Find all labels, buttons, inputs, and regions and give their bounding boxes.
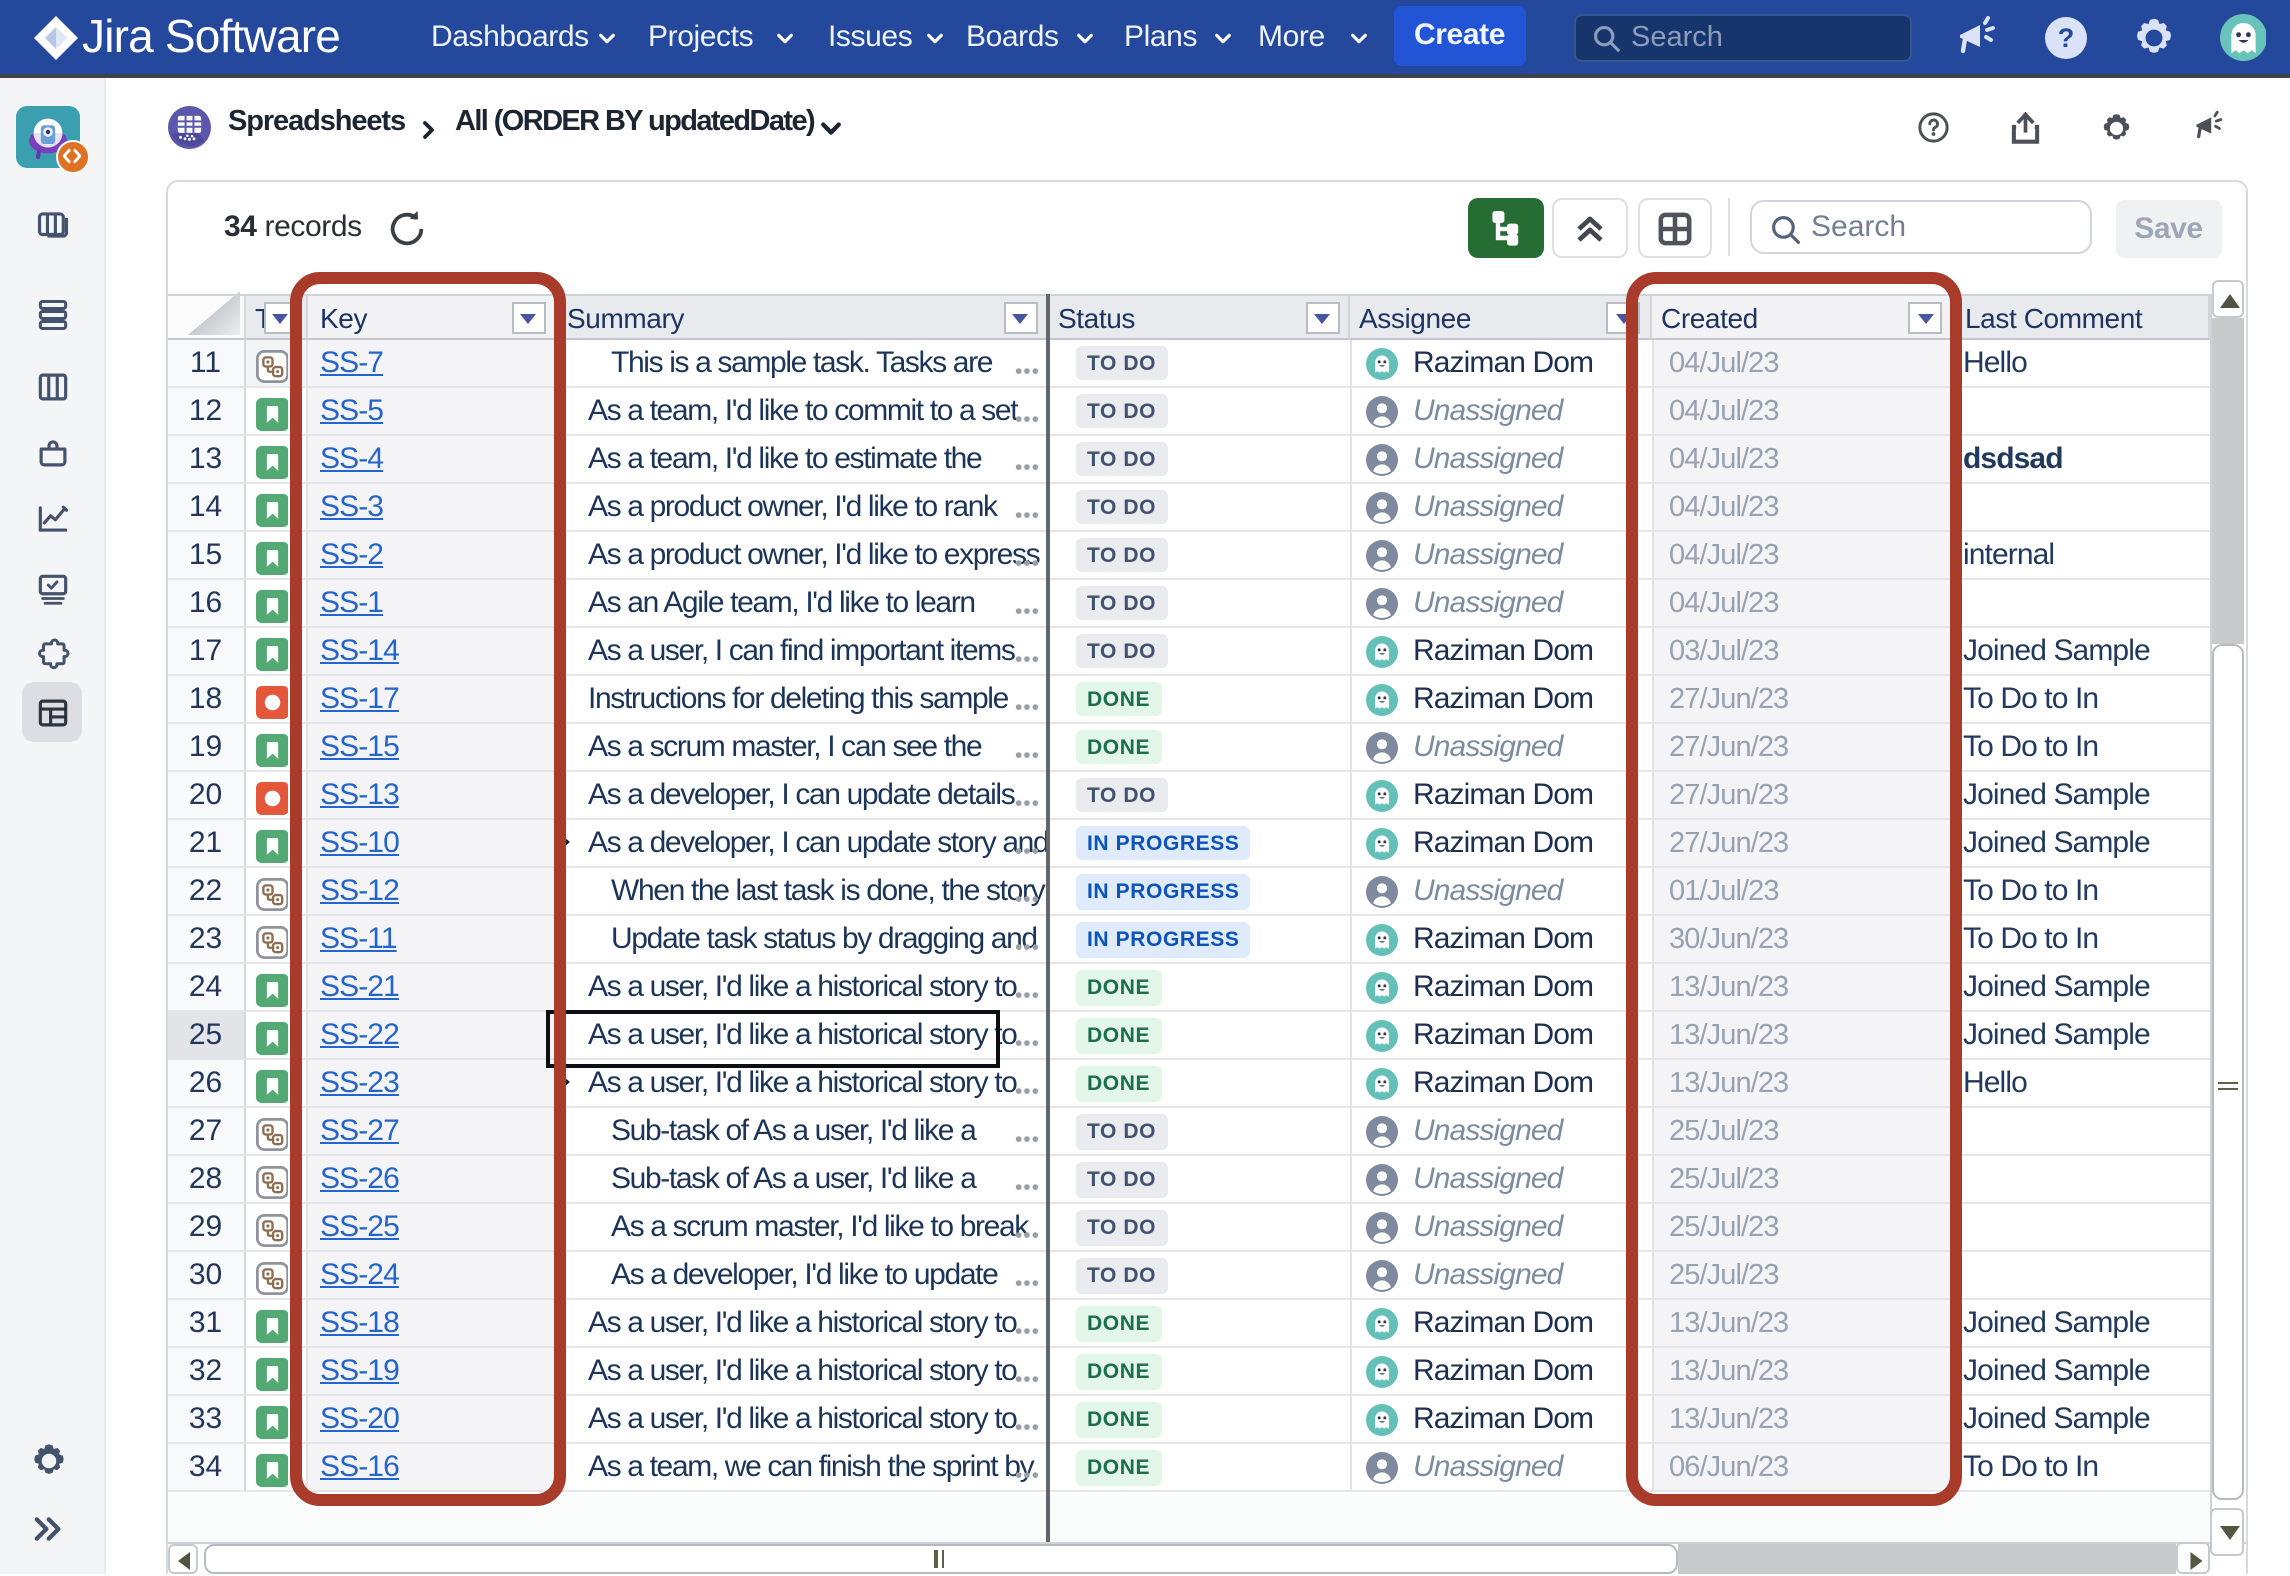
- svg-text:?: ?: [2058, 22, 2075, 52]
